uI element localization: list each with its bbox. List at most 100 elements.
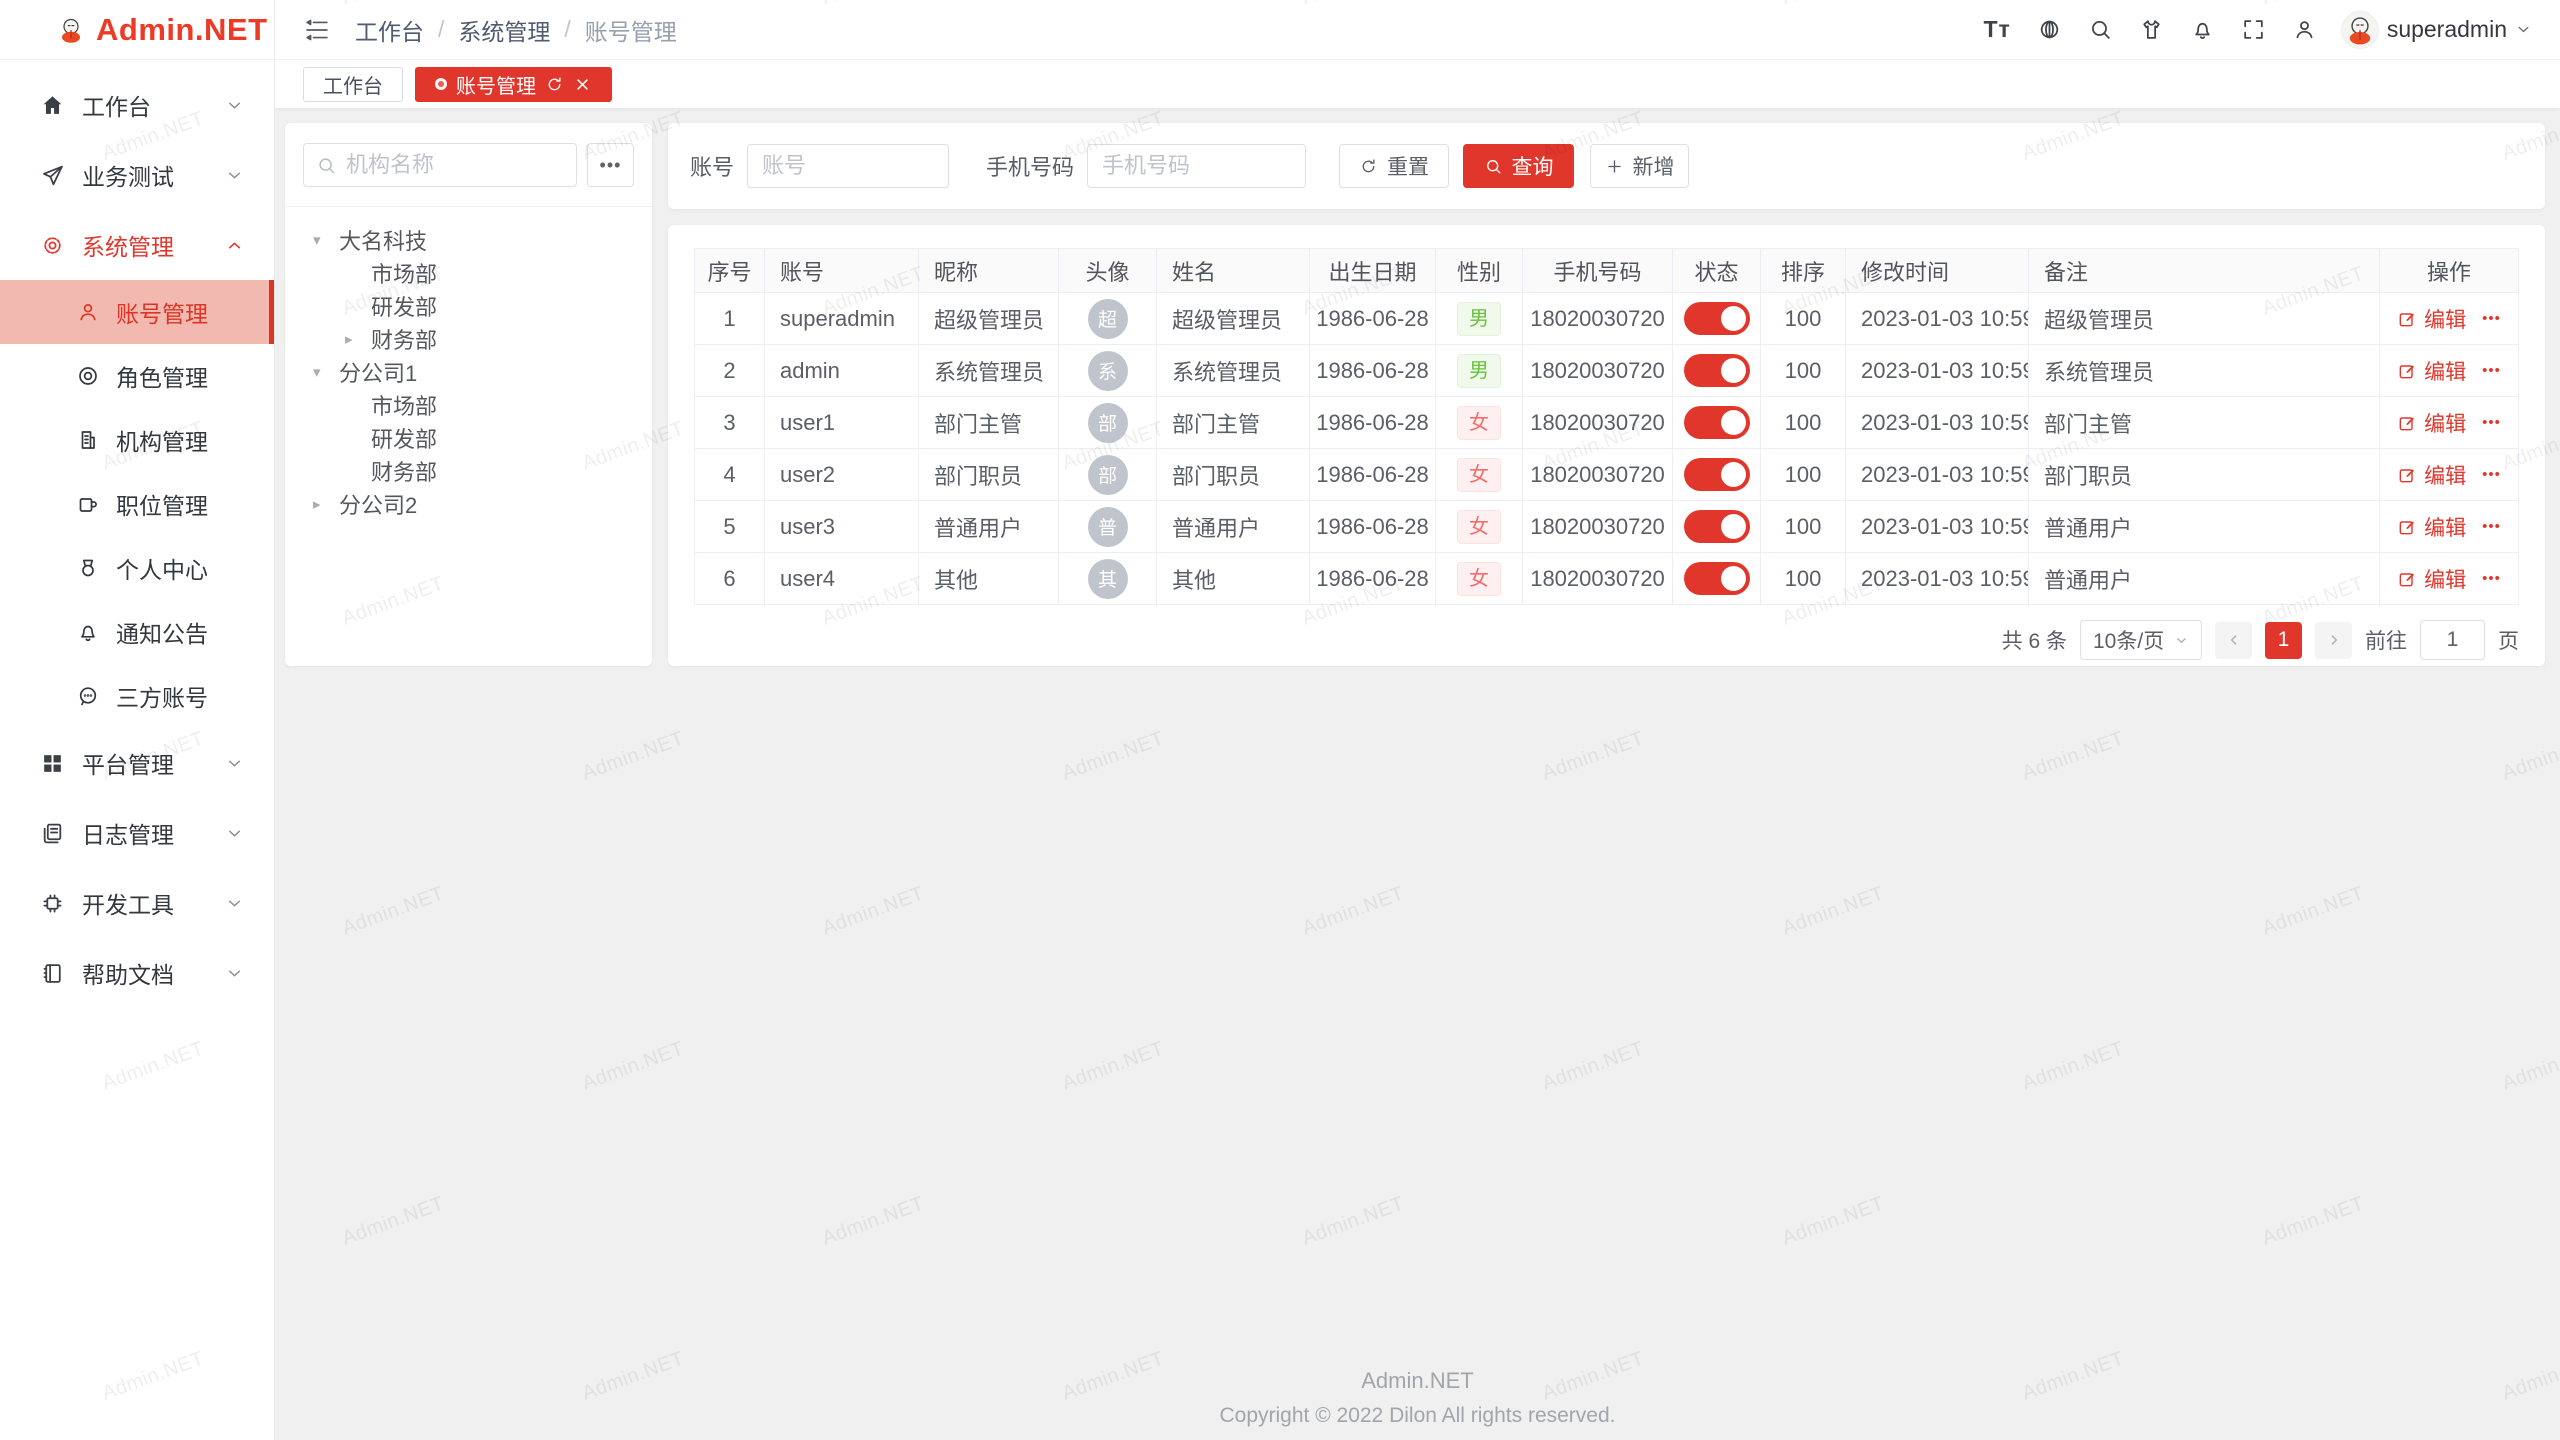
- sidebar-subitem-账号管理[interactable]: 账号管理: [0, 280, 274, 344]
- status-toggle[interactable]: [1684, 510, 1750, 543]
- sidebar-item-平台管理[interactable]: 平台管理: [0, 728, 274, 798]
- column-header-性别: 性别: [1436, 249, 1523, 293]
- notification-icon[interactable]: [2190, 17, 2215, 42]
- status-toggle[interactable]: [1684, 406, 1750, 439]
- org-search-input[interactable]: [346, 152, 564, 178]
- edit-button[interactable]: 编辑: [2397, 564, 2466, 594]
- edit-button[interactable]: 编辑: [2397, 512, 2466, 542]
- sidebar-subitem-label: 职位管理: [116, 487, 208, 521]
- status-toggle[interactable]: [1684, 562, 1750, 595]
- cell-ops: 编辑 •••: [2380, 553, 2519, 605]
- sidebar-item-label: 帮助文档: [82, 956, 174, 990]
- cell-remark: 系统管理员: [2029, 345, 2380, 397]
- profile-icon[interactable]: [2292, 17, 2317, 42]
- account-input[interactable]: [747, 144, 949, 188]
- sidebar-subitem-个人中心[interactable]: 个人中心: [0, 536, 274, 600]
- query-button[interactable]: 查询: [1463, 144, 1574, 188]
- more-actions-button[interactable]: •••: [2482, 518, 2501, 535]
- language-icon[interactable]: [2037, 17, 2062, 42]
- cell-seq: 4: [695, 449, 765, 501]
- more-actions-button[interactable]: •••: [2482, 362, 2501, 379]
- sidebar-subitem-角色管理[interactable]: 角色管理: [0, 344, 274, 408]
- avatar-mascot-icon: [2343, 13, 2377, 47]
- search-icon: [316, 155, 337, 176]
- sidebar-subitem-通知公告[interactable]: 通知公告: [0, 600, 274, 664]
- tree-node-分公司1[interactable]: ▾分公司1: [303, 355, 634, 388]
- sidebar-item-业务测试[interactable]: 业务测试: [0, 140, 274, 210]
- cell-birth: 1986-06-28: [1310, 501, 1436, 553]
- cell-avatar: 超: [1059, 293, 1157, 345]
- theme-icon[interactable]: [2139, 17, 2164, 42]
- caret-right-icon[interactable]: ▸: [313, 495, 339, 513]
- reset-button[interactable]: 重置: [1339, 144, 1449, 188]
- current-page-button[interactable]: 1: [2265, 622, 2302, 659]
- edit-icon: [2397, 465, 2417, 485]
- status-toggle[interactable]: [1684, 458, 1750, 491]
- edit-icon: [2397, 361, 2417, 381]
- edit-button[interactable]: 编辑: [2397, 408, 2466, 438]
- page-size-select[interactable]: 10条/页: [2080, 620, 2202, 660]
- prev-page-button[interactable]: [2215, 622, 2252, 659]
- goto-page-input[interactable]: [2420, 620, 2485, 660]
- bell-icon: [76, 620, 100, 644]
- font-size-icon[interactable]: Tт: [1983, 16, 2010, 43]
- more-actions-button[interactable]: •••: [2482, 466, 2501, 483]
- edit-button[interactable]: 编辑: [2397, 304, 2466, 334]
- user-menu[interactable]: superadmin: [2341, 11, 2532, 49]
- cell-ops: 编辑 •••: [2380, 449, 2519, 501]
- edit-button[interactable]: 编辑: [2397, 460, 2466, 490]
- accounts-table: 序号账号昵称头像姓名出生日期性别手机号码状态排序修改时间备注操作 1supera…: [694, 248, 2519, 605]
- status-toggle[interactable]: [1684, 354, 1750, 387]
- tab-refresh-icon[interactable]: [545, 75, 564, 94]
- cell-seq: 2: [695, 345, 765, 397]
- sidebar-item-日志管理[interactable]: 日志管理: [0, 798, 274, 868]
- caret-right-icon[interactable]: ▸: [345, 330, 371, 348]
- sidebar-subitem-三方账号[interactable]: 三方账号: [0, 664, 274, 728]
- cell-sort: 100: [1761, 293, 1846, 345]
- tab-账号管理[interactable]: 账号管理: [415, 67, 612, 102]
- tab-close-icon[interactable]: [573, 75, 592, 94]
- tree-node-研发部[interactable]: 研发部: [303, 421, 634, 454]
- tree-more-button[interactable]: •••: [587, 143, 634, 187]
- sidebar-item-帮助文档[interactable]: 帮助文档: [0, 938, 274, 1008]
- more-actions-button[interactable]: •••: [2482, 414, 2501, 431]
- topbar: 工作台/系统管理/账号管理 Tт superadmin: [275, 0, 2560, 60]
- caret-down-icon[interactable]: ▾: [313, 231, 339, 249]
- collapse-menu-icon[interactable]: [303, 16, 331, 44]
- fullscreen-icon[interactable]: [2241, 17, 2266, 42]
- sidebar-subitem-职位管理[interactable]: 职位管理: [0, 472, 274, 536]
- next-page-button[interactable]: [2315, 622, 2352, 659]
- tree-node-大名科技[interactable]: ▾大名科技: [303, 223, 634, 256]
- caret-down-icon[interactable]: ▾: [313, 363, 339, 381]
- more-actions-button[interactable]: •••: [2482, 310, 2501, 327]
- cell-avatar: 其: [1059, 553, 1157, 605]
- cell-sort: 100: [1761, 397, 1846, 449]
- sidebar-subitem-机构管理[interactable]: 机构管理: [0, 408, 274, 472]
- pagination-total: 共 6 条: [2002, 625, 2067, 655]
- sidebar-item-label: 系统管理: [82, 228, 174, 262]
- tree-node-财务部[interactable]: 财务部: [303, 454, 634, 487]
- chevron-down-icon: [225, 166, 244, 185]
- breadcrumb-item[interactable]: 系统管理: [458, 13, 550, 47]
- tree-node-市场部[interactable]: 市场部: [303, 256, 634, 289]
- sidebar-item-工作台[interactable]: 工作台: [0, 70, 274, 140]
- cell-account: user4: [765, 553, 919, 605]
- table-row: 2admin系统管理员系系统管理员1986-06-28男180200307201…: [695, 345, 2519, 397]
- status-toggle[interactable]: [1684, 302, 1750, 335]
- edit-button[interactable]: 编辑: [2397, 356, 2466, 386]
- column-header-出生日期: 出生日期: [1310, 249, 1436, 293]
- tree-node-研发部[interactable]: 研发部: [303, 289, 634, 322]
- breadcrumb-item[interactable]: 账号管理: [585, 13, 677, 47]
- phone-input[interactable]: [1087, 144, 1306, 188]
- tree-node-分公司2[interactable]: ▸分公司2: [303, 487, 634, 520]
- search-icon[interactable]: [2088, 17, 2113, 42]
- add-button[interactable]: 新增: [1590, 144, 1689, 188]
- sidebar-item-开发工具[interactable]: 开发工具: [0, 868, 274, 938]
- tree-node-市场部[interactable]: 市场部: [303, 388, 634, 421]
- more-actions-button[interactable]: •••: [2482, 570, 2501, 587]
- tab-工作台[interactable]: 工作台: [303, 67, 403, 102]
- sidebar-item-系统管理[interactable]: 系统管理: [0, 210, 274, 280]
- breadcrumb-item[interactable]: 工作台: [355, 13, 424, 47]
- tree-node-财务部[interactable]: ▸财务部: [303, 322, 634, 355]
- cell-remark: 普通用户: [2029, 553, 2380, 605]
